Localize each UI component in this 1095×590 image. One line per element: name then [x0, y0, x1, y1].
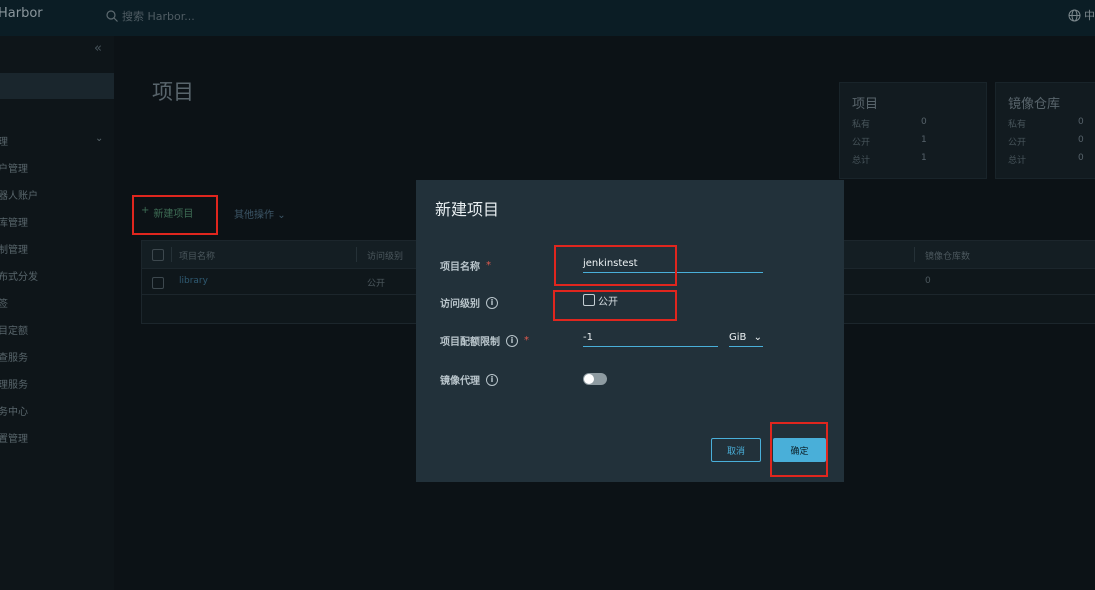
- access-level-label: 访问级别 i: [440, 295, 498, 310]
- proxy-cache-label: 镜像代理 i: [440, 372, 498, 387]
- sidebar-item-labels[interactable]: 签: [0, 295, 8, 310]
- stat-label: 总计: [852, 156, 871, 166]
- stat-label: 私有: [852, 120, 871, 130]
- brand-logo-text[interactable]: Harbor: [0, 6, 43, 21]
- row-checkbox[interactable]: [152, 277, 164, 289]
- proxy-cache-label-text: 镜像代理: [440, 376, 480, 387]
- sidebar-item-cleanup[interactable]: 理服务: [0, 376, 28, 391]
- quota-label-text: 项目配额限制: [440, 337, 500, 348]
- access-level-cell: 公开: [367, 279, 386, 289]
- global-search[interactable]: 搜索 Harbor...: [106, 8, 195, 24]
- chevron-down-icon[interactable]: ⌄: [95, 133, 103, 144]
- annotation-box: [770, 422, 828, 477]
- page-title: 项目: [152, 80, 194, 104]
- stat-value: 1: [921, 135, 927, 145]
- sidebar-item-distribution[interactable]: 布式分发: [0, 268, 38, 283]
- other-operations-dropdown[interactable]: 其他操作 ⌄: [234, 206, 286, 221]
- sidebar-item-robot-accounts[interactable]: 器人账户: [0, 187, 38, 202]
- projects-stat-card: 项目 私有 0 公开 1 总计 1: [839, 82, 987, 179]
- stat-value: 0: [1078, 117, 1084, 127]
- search-input[interactable]: 搜索 Harbor...: [122, 8, 195, 24]
- access-level-label-text: 访问级别: [440, 299, 480, 310]
- language-label: 中: [1084, 9, 1095, 22]
- collapse-sidebar-icon[interactable]: «: [94, 41, 102, 56]
- stat-label: 总计: [1008, 156, 1027, 166]
- language-switcher[interactable]: 中: [1068, 7, 1095, 23]
- stat-label: 公开: [852, 138, 871, 148]
- sidebar-item-registries[interactable]: 库管理: [0, 214, 28, 229]
- project-name-link[interactable]: library: [179, 276, 208, 286]
- chevron-down-icon: ⌄: [277, 210, 286, 221]
- column-header-name[interactable]: 项目名称: [179, 249, 215, 262]
- stat-title: 项目: [852, 97, 879, 112]
- sidebar-item-quotas[interactable]: 目定额: [0, 322, 28, 337]
- sidebar-item-job-service[interactable]: 务中心: [0, 403, 28, 418]
- stat-title: 镜像仓库: [1008, 97, 1061, 112]
- dialog-title: 新建项目: [435, 200, 500, 219]
- annotation-box: [132, 195, 218, 235]
- sidebar-item-projects-active[interactable]: [0, 73, 114, 99]
- sidebar-item-settings[interactable]: 置管理: [0, 430, 28, 445]
- project-name-label-text: 项目名称: [440, 262, 480, 273]
- stat-value: 0: [921, 117, 927, 127]
- quota-unit-value: GiB: [729, 332, 747, 343]
- sidebar-item-scanners[interactable]: 查服务: [0, 349, 28, 364]
- search-icon: [106, 10, 118, 22]
- column-divider: [171, 247, 172, 262]
- globe-icon: [1068, 9, 1081, 21]
- other-ops-label: 其他操作: [234, 210, 274, 221]
- project-name-label: 项目名称 *: [440, 258, 491, 273]
- chevron-down-icon: ⌄: [753, 332, 762, 343]
- annotation-box: [554, 245, 677, 286]
- quota-input[interactable]: -1: [583, 332, 718, 347]
- column-header-access[interactable]: 访问级别: [367, 249, 403, 262]
- column-divider: [914, 247, 915, 262]
- info-icon[interactable]: i: [506, 334, 518, 347]
- stat-value: 0: [1078, 135, 1084, 145]
- cancel-button[interactable]: 取消: [711, 438, 761, 462]
- proxy-cache-toggle[interactable]: [583, 373, 607, 385]
- select-all-checkbox[interactable]: [152, 249, 164, 261]
- quota-unit-select[interactable]: GiB ⌄: [729, 332, 763, 347]
- stat-value: 1: [921, 153, 927, 163]
- required-marker: *: [486, 260, 491, 271]
- sidebar-item-users[interactable]: 户管理: [0, 160, 28, 175]
- toggle-knob: [584, 374, 594, 384]
- stat-value: 0: [1078, 153, 1084, 163]
- repo-count-cell: 0: [925, 276, 931, 286]
- info-icon[interactable]: i: [486, 373, 498, 386]
- sidebar: « 理 ⌄ 户管理 器人账户 库管理 制管理 布式分发 签 目定额 查服务 理服…: [0, 36, 114, 590]
- stat-label: 公开: [1008, 138, 1027, 148]
- column-divider: [356, 247, 357, 262]
- annotation-box: [553, 290, 677, 321]
- quota-label: 项目配额限制 i *: [440, 333, 529, 348]
- sidebar-item-system-admin[interactable]: 理: [0, 133, 8, 148]
- sidebar-item-replications[interactable]: 制管理: [0, 241, 28, 256]
- required-marker: *: [524, 335, 529, 346]
- info-icon[interactable]: i: [486, 296, 498, 309]
- stat-label: 私有: [1008, 120, 1027, 130]
- column-header-repo-count[interactable]: 镜像仓库数: [925, 249, 970, 262]
- repos-stat-card: 镜像仓库 私有 0 公开 0 总计 0: [995, 82, 1095, 179]
- top-header: Harbor 搜索 Harbor... 中: [0, 0, 1095, 36]
